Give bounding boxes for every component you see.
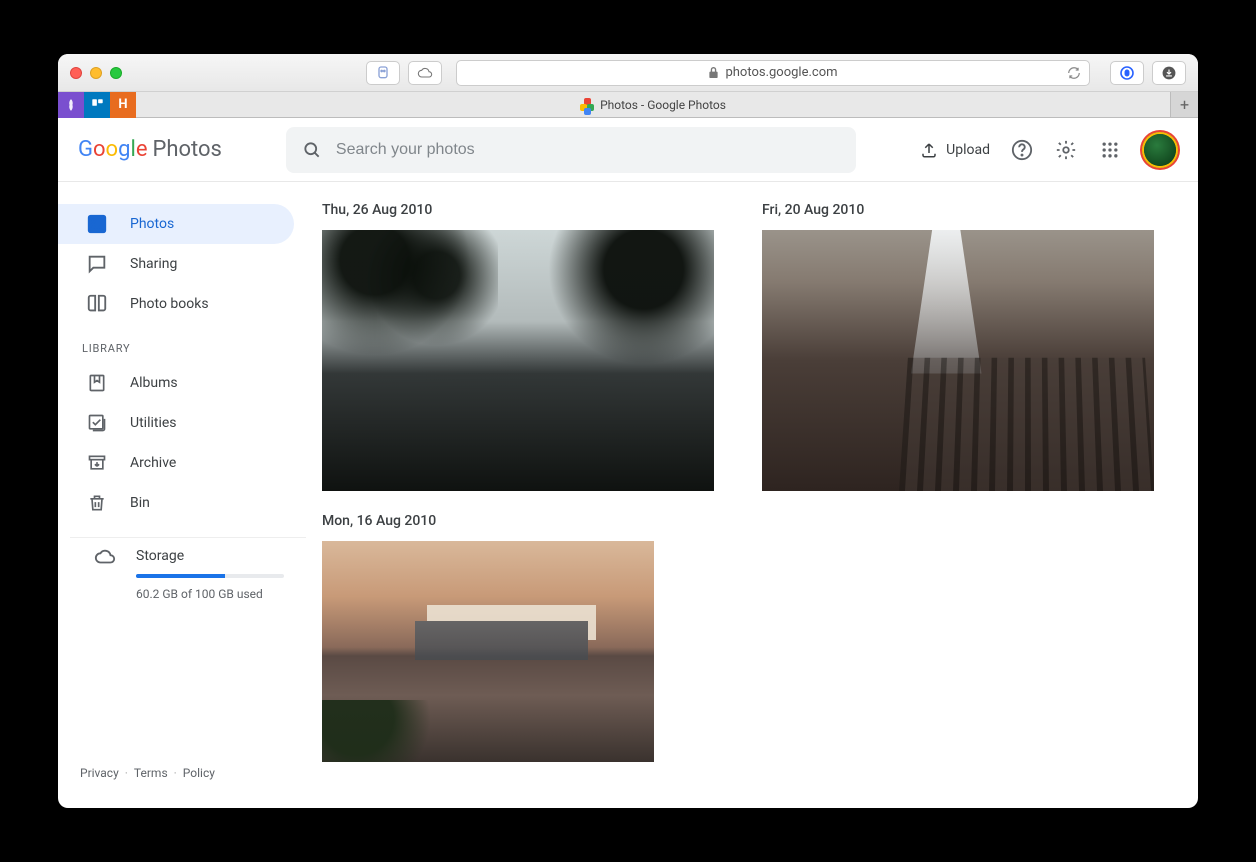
cloud-icon <box>94 548 116 566</box>
storage-usage-text: 60.2 GB of 100 GB used <box>136 586 284 603</box>
group-date: Fri, 20 Aug 2010 <box>762 202 1154 218</box>
sidebar-item-albums[interactable]: Albums <box>58 363 294 403</box>
photo-group: Fri, 20 Aug 2010 <box>762 202 1154 491</box>
photo-icon <box>86 213 108 235</box>
upload-button[interactable]: Upload <box>920 141 990 159</box>
minimize-window-button[interactable] <box>90 67 102 79</box>
terms-link[interactable]: Terms <box>134 766 168 780</box>
pinned-tab-2[interactable] <box>84 92 110 118</box>
sidebar: Photos Sharing Photo books LIBRARY Albu <box>58 182 318 808</box>
privacy-link[interactable]: Privacy <box>80 766 119 780</box>
logo-product-text: Photos <box>152 139 221 161</box>
reload-icon[interactable] <box>1067 66 1081 80</box>
titlebar: photos.google.com <box>58 54 1198 92</box>
downloads-button[interactable] <box>1152 61 1186 85</box>
sidebar-item-label: Sharing <box>130 256 177 272</box>
sidebar-item-label: Bin <box>130 495 150 511</box>
pinned-tab-1[interactable] <box>58 92 84 118</box>
lock-icon <box>708 66 719 79</box>
storage-title: Storage <box>136 548 284 564</box>
sidebar-item-label: Photos <box>130 216 174 232</box>
address-bar[interactable]: photos.google.com <box>456 60 1090 86</box>
photo-thumbnail[interactable] <box>322 230 714 491</box>
upload-icon <box>920 141 938 159</box>
maximize-window-button[interactable] <box>110 67 122 79</box>
sidebar-item-photos[interactable]: Photos <box>58 204 294 244</box>
extension-button-1[interactable] <box>366 61 400 85</box>
sidebar-item-label: Utilities <box>130 415 177 431</box>
library-section-label: LIBRARY <box>58 324 318 363</box>
photo-thumbnail[interactable] <box>762 230 1154 491</box>
apps-button[interactable] <box>1098 138 1122 162</box>
window-controls <box>70 67 122 79</box>
sidebar-item-archive[interactable]: Archive <box>58 443 294 483</box>
new-tab-button[interactable]: + <box>1170 92 1198 117</box>
photo-thumbnail[interactable] <box>322 541 654 762</box>
sidebar-item-label: Albums <box>130 375 178 391</box>
close-window-button[interactable] <box>70 67 82 79</box>
browser-window: photos.google.com H Photos - Google Phot… <box>58 54 1198 808</box>
sidebar-item-utilities[interactable]: Utilities <box>58 403 294 443</box>
app-body: Photos Sharing Photo books LIBRARY Albu <box>58 182 1198 808</box>
policy-link[interactable]: Policy <box>183 766 215 780</box>
address-text: photos.google.com <box>725 65 837 80</box>
photo-grid: Thu, 26 Aug 2010 Fri, 20 Aug 2010 Mon, 1… <box>318 182 1198 808</box>
help-button[interactable] <box>1010 138 1034 162</box>
sidebar-item-bin[interactable]: Bin <box>58 483 294 523</box>
search-box[interactable] <box>286 127 856 173</box>
footer-links: Privacy · Terms · Policy <box>58 766 318 794</box>
sidebar-item-label: Archive <box>130 455 176 471</box>
trash-icon <box>86 492 108 514</box>
group-date: Mon, 16 Aug 2010 <box>322 513 1158 529</box>
search-input[interactable] <box>336 141 840 159</box>
settings-button[interactable] <box>1054 138 1078 162</box>
account-avatar[interactable] <box>1142 132 1178 168</box>
sidebar-item-label: Photo books <box>130 296 209 312</box>
upload-label: Upload <box>946 142 990 158</box>
storage-progress-bar <box>136 574 284 578</box>
app-header: Google Photos Upload <box>58 118 1198 182</box>
sidebar-item-sharing[interactable]: Sharing <box>58 244 294 284</box>
sidebar-item-photo-books[interactable]: Photo books <box>58 284 294 324</box>
chat-icon <box>86 253 108 275</box>
search-icon <box>302 140 322 160</box>
photo-group: Thu, 26 Aug 2010 <box>322 202 714 491</box>
check-box-icon <box>86 412 108 434</box>
tab-bar: H Photos - Google Photos + <box>58 92 1198 118</box>
group-date: Thu, 26 Aug 2010 <box>322 202 714 218</box>
active-tab[interactable]: Photos - Google Photos <box>136 92 1170 117</box>
book-icon <box>86 293 108 315</box>
pinned-tabs: H <box>58 92 136 117</box>
google-photos-logo[interactable]: Google Photos <box>78 139 222 161</box>
bookmark-icon <box>86 372 108 394</box>
icloud-button[interactable] <box>408 61 442 85</box>
password-manager-button[interactable] <box>1110 61 1144 85</box>
tab-title: Photos - Google Photos <box>600 98 726 112</box>
photo-group: Mon, 16 Aug 2010 <box>322 513 1158 762</box>
pinned-tab-3[interactable]: H <box>110 92 136 118</box>
archive-icon <box>86 452 108 474</box>
google-photos-favicon <box>580 98 594 112</box>
storage-section[interactable]: Storage 60.2 GB of 100 GB used <box>70 537 306 603</box>
